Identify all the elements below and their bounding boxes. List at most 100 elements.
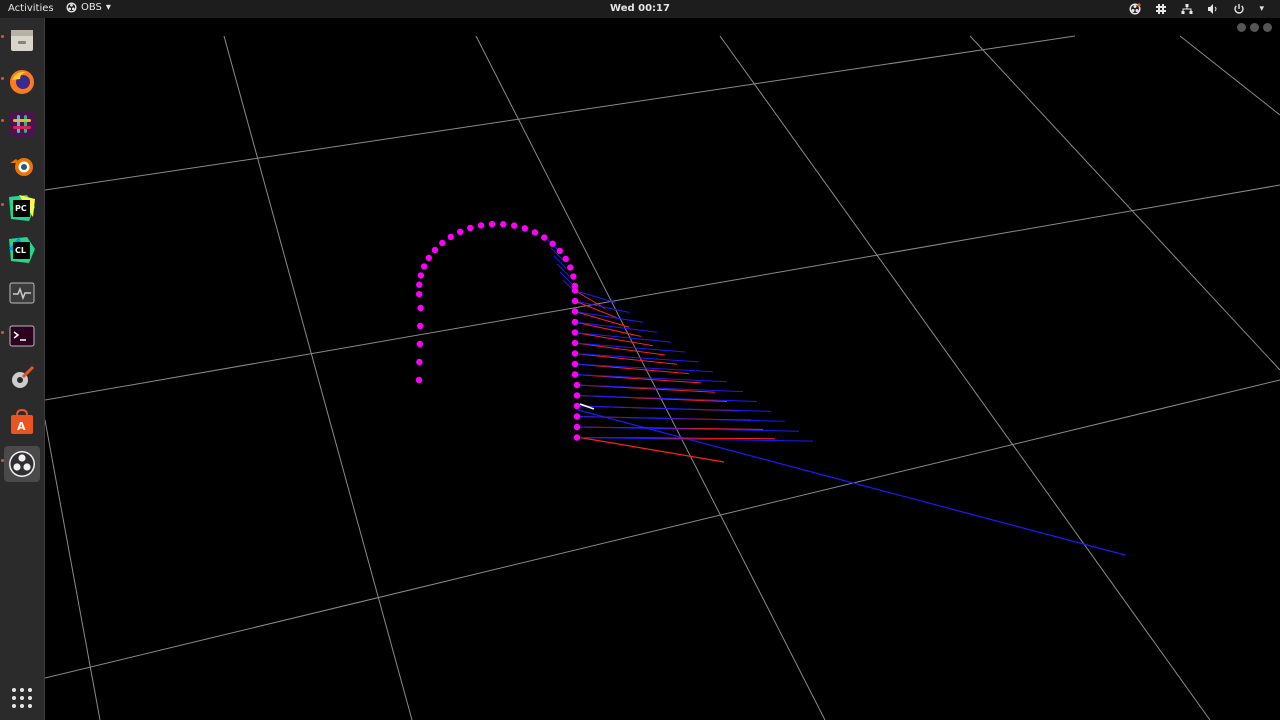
slack-icon[interactable]: [4, 106, 40, 142]
trajectory-point: [556, 247, 564, 255]
trajectory-point: [571, 350, 579, 357]
terminal-glyph: [9, 325, 35, 347]
close-button[interactable]: [1263, 23, 1272, 32]
trajectory-point: [420, 263, 428, 270]
vector-line: [576, 426, 800, 432]
trajectory-point: [521, 225, 529, 232]
vector-line: [576, 405, 772, 412]
window-controls: [1237, 23, 1272, 32]
trajectory-point: [571, 297, 579, 305]
vector-line: [574, 311, 644, 323]
trajectory-point: [571, 308, 579, 315]
system-tray: ▾: [1129, 1, 1264, 17]
trajectory-point: [571, 318, 579, 326]
maximize-button[interactable]: [1250, 23, 1259, 32]
svg-text:A: A: [17, 420, 26, 433]
chevron-down-icon[interactable]: ▾: [1259, 4, 1264, 14]
trajectory-point: [573, 434, 581, 441]
dock: PC CL A: [0, 18, 45, 720]
trajectory-point: [416, 358, 423, 366]
firefox-icon[interactable]: [4, 64, 40, 100]
vector-line: [576, 395, 758, 402]
terminal-icon[interactable]: [4, 318, 40, 354]
trajectory-point: [417, 272, 425, 279]
vector-line: [576, 384, 744, 393]
files-glyph: [11, 30, 33, 51]
svg-text:PC: PC: [15, 204, 27, 213]
trajectory-point: [573, 413, 581, 420]
clion-glyph: CL: [9, 237, 35, 263]
software-center-icon[interactable]: A: [4, 404, 40, 440]
trajectory-point: [477, 222, 485, 229]
settings-tools-icon[interactable]: [4, 360, 40, 396]
trajectory-point: [571, 360, 579, 368]
trajectory-point: [571, 329, 579, 336]
obs-tray-icon[interactable]: [1129, 3, 1142, 15]
vector-line: [576, 416, 786, 422]
vector-field: [547, 239, 814, 442]
trajectory-point: [573, 381, 581, 389]
clock[interactable]: Wed 00:17: [0, 3, 1280, 14]
app-grid-glyph: [12, 688, 32, 708]
obs-glyph: [9, 451, 35, 477]
trajectory-point: [549, 240, 556, 247]
minimize-button[interactable]: [1237, 23, 1246, 32]
trajectory-point: [467, 224, 474, 232]
show-applications-icon[interactable]: [4, 680, 40, 716]
vector-line: [556, 263, 570, 277]
blender-icon[interactable]: [4, 148, 40, 184]
software-center-glyph: A: [11, 408, 33, 434]
trajectory-point: [425, 254, 433, 262]
files-icon[interactable]: [4, 22, 40, 58]
volume-icon[interactable]: [1207, 3, 1219, 15]
trajectory-point: [417, 322, 424, 330]
clion-icon[interactable]: CL: [4, 232, 40, 268]
trajectory-point: [431, 246, 439, 254]
top-bar: Activities OBS ▾ Wed 00:17 ▾: [0, 0, 1280, 18]
trajectory-point: [567, 264, 574, 271]
trajectory-point: [571, 371, 579, 378]
trajectory-point: [417, 304, 424, 312]
trajectory-point: [571, 287, 579, 294]
trajectory-point: [562, 255, 569, 263]
slack-glyph: [9, 111, 35, 137]
3d-viewport[interactable]: [45, 18, 1280, 720]
vector-line: [574, 290, 606, 309]
vector-line: [574, 374, 728, 383]
trajectory-point: [439, 239, 446, 247]
pycharm-icon[interactable]: PC: [4, 190, 40, 226]
trajectory-point: [416, 281, 423, 288]
trajectory-point: [415, 376, 423, 384]
settings-tools-glyph: [12, 365, 35, 388]
rviz-scene[interactable]: [45, 18, 1280, 720]
trajectory-point: [447, 233, 454, 241]
trajectory-point: [571, 339, 579, 347]
svg-text:CL: CL: [15, 246, 26, 255]
trajectory-point: [511, 222, 518, 229]
power-icon[interactable]: [1233, 3, 1245, 15]
vector-line: [559, 271, 573, 285]
vector-line: [574, 353, 700, 363]
long-blue-vector: [577, 409, 1126, 556]
trajectory-point: [541, 234, 548, 241]
ground-grid: [45, 35, 1280, 720]
slack-tray-icon[interactable]: [1155, 3, 1167, 15]
trajectory-point: [570, 273, 577, 280]
network-icon[interactable]: [1181, 3, 1193, 15]
system-monitor-icon[interactable]: [4, 276, 40, 312]
blender-glyph: [10, 158, 33, 176]
trajectory-point: [488, 220, 496, 228]
pycharm-glyph: PC: [9, 195, 35, 221]
system-monitor-glyph: [9, 282, 35, 304]
firefox-glyph: [10, 70, 34, 94]
trajectory-point: [573, 402, 581, 410]
trajectory-point: [531, 229, 539, 236]
obs-icon[interactable]: [4, 446, 40, 482]
long-red-vector: [576, 436, 725, 463]
trajectory-point: [573, 423, 581, 431]
trajectory-point: [416, 340, 423, 348]
trajectory-point: [573, 392, 581, 399]
trajectory-point: [500, 221, 507, 228]
trajectory-point: [457, 228, 464, 236]
trajectory-point: [415, 290, 423, 298]
